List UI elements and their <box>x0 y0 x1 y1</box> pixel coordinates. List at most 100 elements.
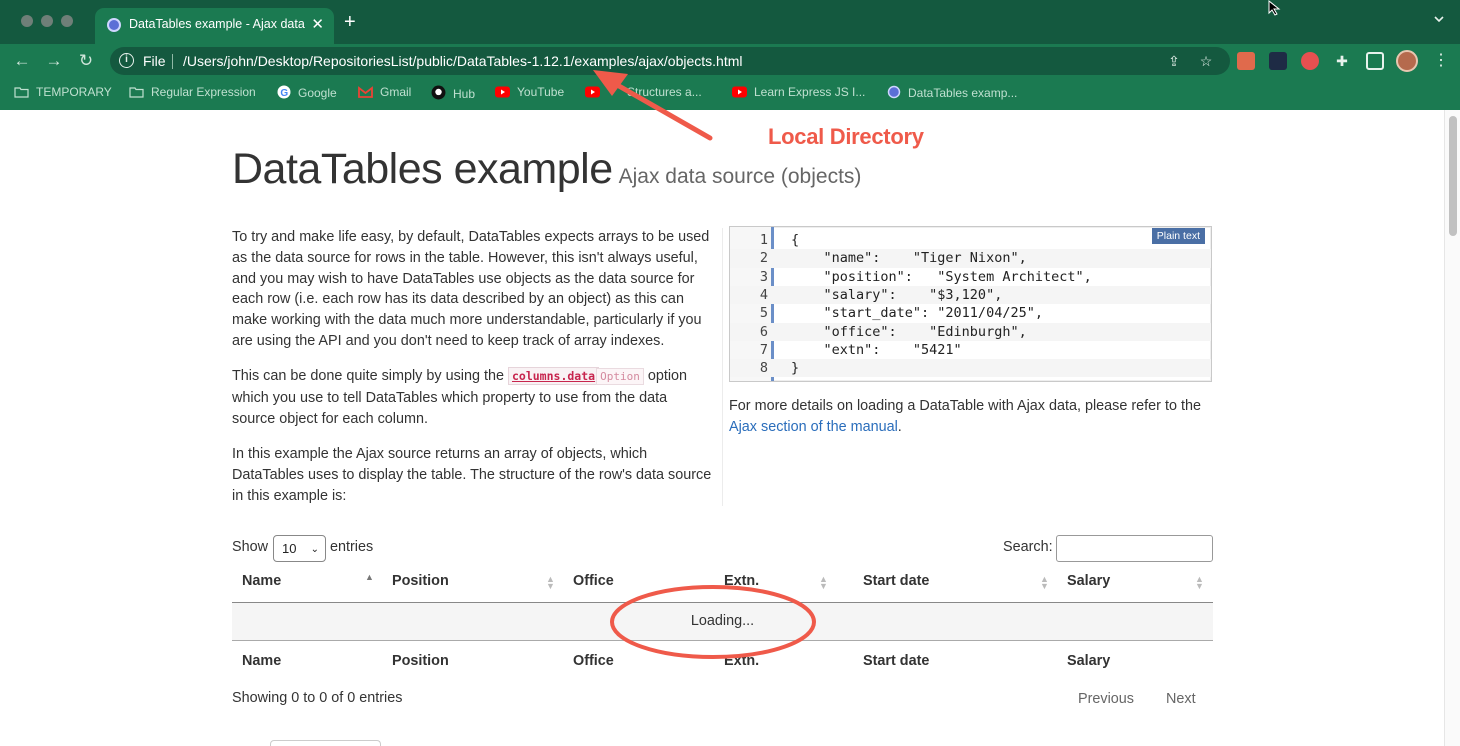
folder-icon <box>14 87 29 98</box>
search-label: Search: <box>1003 539 1053 555</box>
code-line: 5 "start_date": "2011/04/25", <box>730 304 1211 322</box>
bookmark-item[interactable]: G Google <box>277 85 337 103</box>
window-zoom-button[interactable] <box>61 15 73 27</box>
ajax-manual-link[interactable]: Ajax section of the manual <box>729 419 898 435</box>
bookmark-item[interactable]: TEMPORARY <box>14 85 112 103</box>
datatables-favicon-icon <box>887 85 901 99</box>
previous-page-button[interactable]: Previous <box>1078 691 1134 707</box>
th-position[interactable]: Position <box>392 573 449 589</box>
youtube-icon <box>732 86 747 98</box>
page-title: DataTables example Ajax data source (obje… <box>232 145 861 194</box>
back-arrow-icon[interactable]: ← <box>11 50 33 72</box>
tf-start-date: Start date <box>863 653 930 669</box>
code-line: 2 "name": "Tiger Nixon", <box>730 249 1211 268</box>
tab-search-chevron-icon[interactable] <box>1434 14 1444 24</box>
bookmark-item[interactable]: YouTube <box>495 85 564 103</box>
bookmark-star-icon[interactable]: ☆ <box>1198 53 1214 69</box>
bookmark-label: Google <box>298 86 337 100</box>
columns-data-paragraph: This can be done quite simply by using t… <box>232 366 714 429</box>
bookmarks-bar: TEMPORARY Regular Expression G Google Gma… <box>0 78 1460 110</box>
extension-red-icon[interactable] <box>1301 52 1319 70</box>
sort-both-icon: ▲ ▼ <box>546 574 555 591</box>
tf-position: Position <box>392 653 449 669</box>
profile-avatar[interactable] <box>1396 50 1418 72</box>
th-office[interactable]: Office <box>573 573 614 589</box>
line-number: 5 <box>759 305 768 322</box>
sort-both-icon: ▲ ▼ <box>1195 574 1204 591</box>
extension-megaphone-icon[interactable] <box>1237 52 1255 70</box>
bookmark-item[interactable]: DataTables examp... <box>887 85 1017 103</box>
site-info-icon[interactable]: i <box>119 53 134 68</box>
columns-data-link[interactable]: columns.data <box>507 367 600 385</box>
code-line: 3 "position": "System Architect", <box>730 268 1211 286</box>
bookmark-label: Learn Express JS I... <box>754 85 866 99</box>
table-info: Showing 0 to 0 of 0 entries <box>232 690 403 706</box>
bookmark-item[interactable]: Regular Expression <box>129 85 256 103</box>
datatables-favicon-icon <box>107 18 121 32</box>
gmail-icon <box>358 86 373 98</box>
intro-paragraph: To try and make life easy, by default, D… <box>232 229 710 349</box>
bookmark-item[interactable]: Gmail <box>358 85 411 103</box>
youtube-icon <box>585 86 600 98</box>
line-content: "salary": "$3,120", <box>791 286 1003 303</box>
page-subtitle: Ajax data source (objects) <box>618 165 862 188</box>
forward-arrow-icon[interactable]: → <box>43 50 65 72</box>
line-number: 3 <box>759 268 768 285</box>
reload-icon[interactable]: ↻ <box>75 50 97 72</box>
line-content: "name": "Tiger Nixon", <box>791 250 1027 267</box>
paragraph-text: This can be done quite simply by using t… <box>232 368 508 384</box>
bookmark-label: DataTables examp... <box>908 86 1018 100</box>
extensions-puzzle-icon[interactable]: ✚ <box>1334 53 1350 69</box>
new-tab-plus-icon[interactable]: + <box>344 12 356 32</box>
table-loading-row: Loading... <box>232 603 1213 641</box>
bookmark-item[interactable]: Learn Express JS I... <box>732 85 865 103</box>
code-sample: 1{ 2 "name": "Tiger Nixon", 3 "position"… <box>729 226 1212 382</box>
page-scrollbar[interactable] <box>1444 110 1460 746</box>
extension-dark-icon[interactable] <box>1269 52 1287 70</box>
option-tag: Option <box>596 368 644 385</box>
window-minimize-button[interactable] <box>41 15 53 27</box>
tab-title: DataTables example - Ajax data source (o… <box>129 17 305 31</box>
plain-text-badge[interactable]: Plain text <box>1151 228 1205 244</box>
tf-office: Office <box>573 653 614 669</box>
browser-tab[interactable]: DataTables example - Ajax data source (o… <box>95 8 334 44</box>
side-panel-icon[interactable] <box>1366 52 1384 70</box>
line-number: 2 <box>759 250 768 267</box>
line-number: 7 <box>759 341 768 358</box>
code-line: 6 "office": "Edinburgh", <box>730 322 1211 341</box>
share-icon[interactable]: ⇪ <box>1166 53 1182 69</box>
scrollbar-thumb[interactable] <box>1449 116 1457 236</box>
page-title-text: DataTables example <box>232 145 613 193</box>
chevron-down-icon: ⌄ <box>310 544 319 555</box>
youtube-icon <box>495 86 510 98</box>
more-details-paragraph: For more details on loading a DataTable … <box>729 396 1229 438</box>
line-content: "position": "System Architect", <box>791 268 1092 285</box>
code-line: 7 "extn": "5421" <box>730 341 1211 359</box>
line-number: 6 <box>759 323 768 340</box>
window-close-button[interactable] <box>21 15 33 27</box>
bookmark-item[interactable]: Structures a... <box>585 85 702 103</box>
code-line: 4 "salary": "$3,120", <box>730 285 1211 305</box>
ajax-source-paragraph: In this example the Ajax source returns … <box>232 446 712 504</box>
th-name[interactable]: Name <box>242 573 281 589</box>
sort-ascending-icon: ▲ <box>365 572 374 582</box>
loading-text: Loading... <box>690 613 755 629</box>
search-input[interactable] <box>1056 535 1213 562</box>
bookmark-label: YouTube <box>517 85 565 99</box>
tf-name: Name <box>242 653 282 669</box>
bookmark-item[interactable]: Hub <box>431 85 475 103</box>
browser-menu-icon[interactable]: ⋮ <box>1433 50 1449 72</box>
browser-toolbar: ← → ↻ i File /Users/john/Desktop/Reposit… <box>0 44 1460 78</box>
tf-salary: Salary <box>1067 653 1111 669</box>
th-start-date[interactable]: Start date <box>863 573 929 589</box>
entries-length-select[interactable]: 10 ⌄ <box>273 535 326 562</box>
th-extn[interactable]: Extn. <box>724 573 759 589</box>
sort-both-icon: ▲ ▼ <box>1040 574 1049 591</box>
address-bar[interactable]: i File /Users/john/Desktop/RepositoriesL… <box>110 47 1230 75</box>
code-line: 8} <box>730 359 1211 378</box>
tab-close-icon[interactable]: ✕ <box>311 15 324 33</box>
next-page-button[interactable]: Next <box>1166 691 1196 707</box>
th-salary[interactable]: Salary <box>1067 573 1110 589</box>
line-content: } <box>791 360 800 377</box>
url-text[interactable]: /Users/john/Desktop/RepositoriesList/pub… <box>183 53 743 69</box>
